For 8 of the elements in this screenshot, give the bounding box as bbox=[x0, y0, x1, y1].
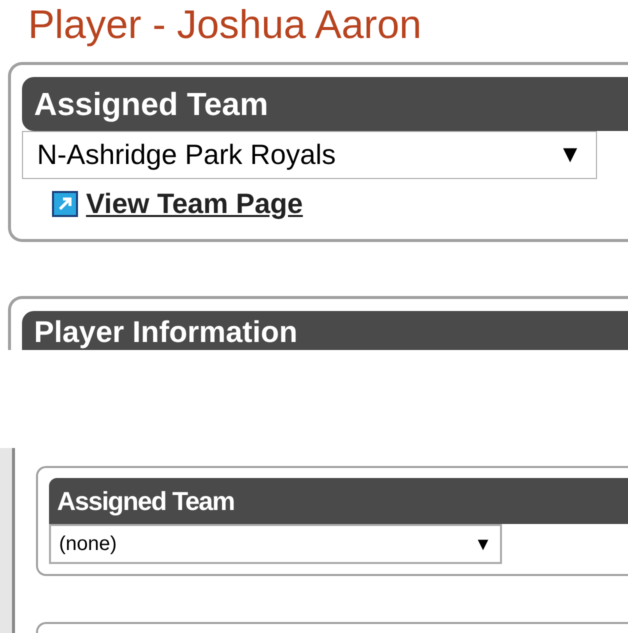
team-select[interactable]: N-Ashridge Park Royals ▼ bbox=[22, 131, 597, 179]
team-select[interactable]: (none) ▼ bbox=[49, 524, 502, 564]
panel-heading: Assigned Team bbox=[34, 85, 268, 124]
page-title: Player - Joshua Aaron bbox=[28, 2, 423, 48]
panel-heading: Player Information bbox=[34, 315, 298, 350]
panel-heading: Assigned Team bbox=[57, 484, 234, 518]
external-link-icon bbox=[52, 191, 78, 217]
view-team-page-link[interactable]: View Team Page bbox=[86, 183, 303, 225]
